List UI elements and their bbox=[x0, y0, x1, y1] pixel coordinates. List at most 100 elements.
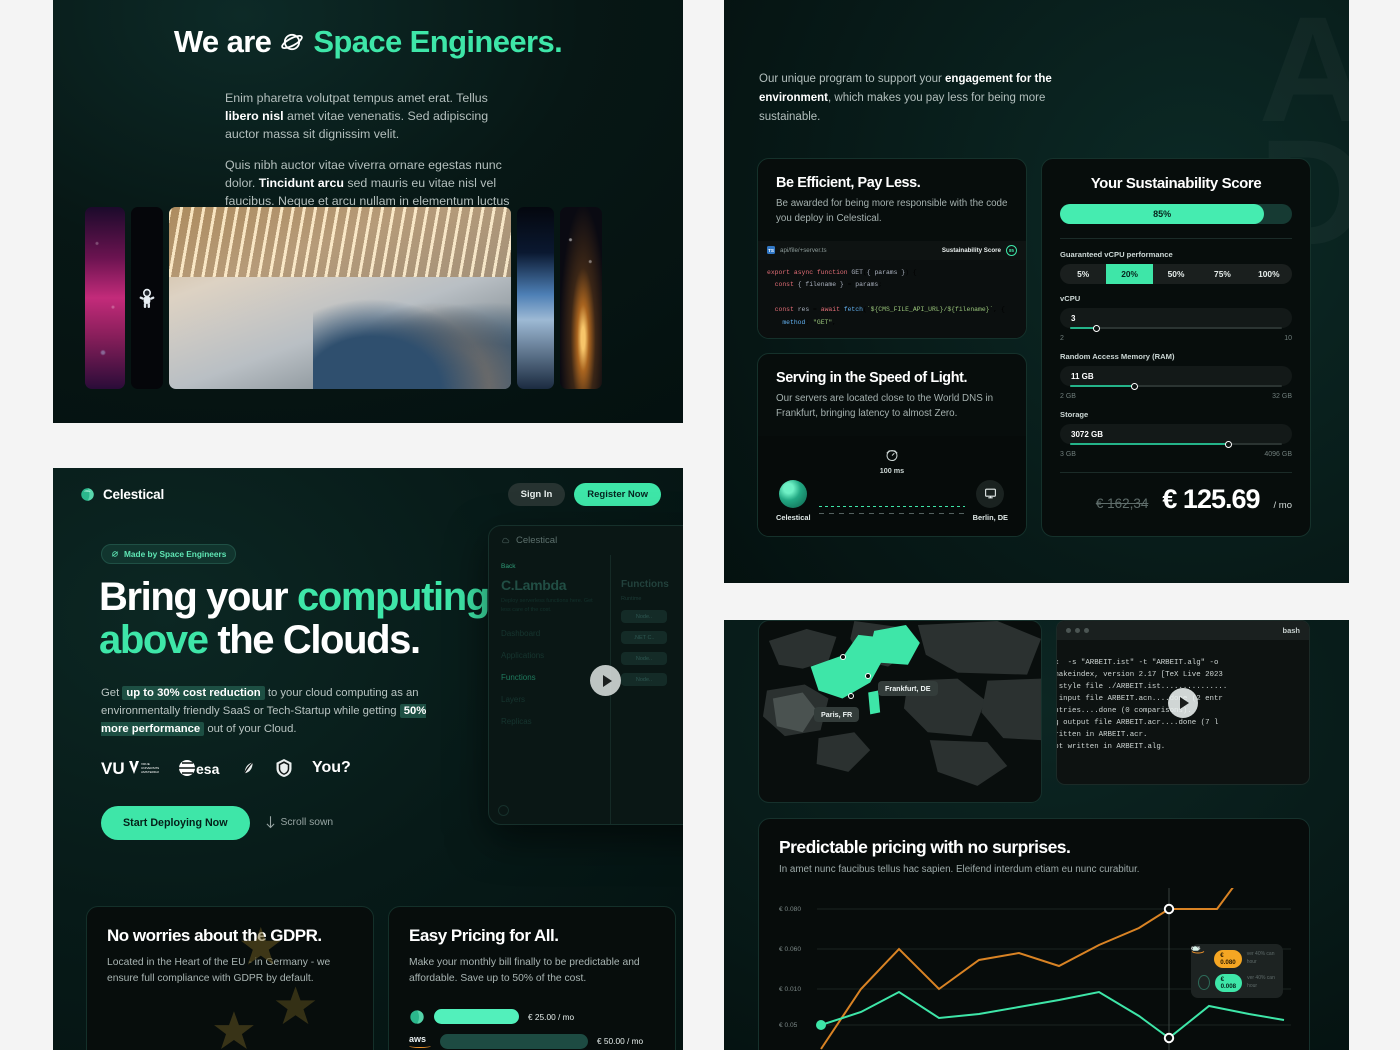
minimize-icon[interactable] bbox=[1075, 628, 1080, 633]
play-triangle-icon bbox=[602, 674, 612, 687]
sustainability-intro: Our unique program to support your engag… bbox=[759, 70, 1059, 127]
latency-source-label: Celestical bbox=[776, 512, 811, 522]
aws-price: € 50.00 / mo bbox=[597, 1036, 644, 1047]
hero-p2-bold: Tincidunt arcu bbox=[258, 175, 344, 190]
pricing-card-body: Make your monthly bill finally to be pre… bbox=[409, 957, 640, 984]
dashboard-main: Functions Runtime Node.. .NET C.. Node..… bbox=[611, 555, 683, 824]
map-location-dot[interactable] bbox=[840, 654, 846, 660]
dashboard-footer-avatar[interactable] bbox=[498, 805, 509, 816]
hero-p1-bold: libero nisl bbox=[225, 108, 284, 123]
dashboard-titlebar: Celestical bbox=[489, 526, 683, 555]
vcpu-option-20[interactable]: 20% bbox=[1106, 264, 1153, 284]
runtime-chip[interactable]: Node.. bbox=[621, 652, 667, 665]
ram-slider-knob[interactable] bbox=[1131, 382, 1139, 390]
tooltip-celestical-price: € 0.008 bbox=[1214, 973, 1243, 992]
price-period: / mo bbox=[1273, 500, 1292, 511]
earth-from-orbit-photo bbox=[517, 207, 554, 389]
ram-slider-fill bbox=[1070, 385, 1136, 387]
vcpu-option-50[interactable]: 50% bbox=[1153, 264, 1199, 284]
close-icon[interactable] bbox=[1066, 628, 1071, 633]
dashboard-desc: Deploy serverless functions here. Get le… bbox=[501, 598, 593, 614]
headline-l1a: Bring your bbox=[99, 575, 297, 619]
landing-video-play-button[interactable] bbox=[590, 665, 621, 696]
sidebar-item-dashboard[interactable]: Dashboard bbox=[501, 629, 598, 638]
latency-forward-line bbox=[818, 505, 965, 507]
runtime-chip[interactable]: Node.. bbox=[621, 610, 667, 623]
europe-map bbox=[762, 621, 1041, 786]
score-progress-bar: 85% bbox=[1060, 204, 1292, 224]
landing-headline: Bring your computing above the Clouds. bbox=[99, 576, 539, 662]
hero-headline-pre: We are bbox=[173, 24, 272, 59]
landing-page-panel: Celestical Sign In Register Now Made by … bbox=[53, 468, 683, 1050]
sidebar-item-functions[interactable]: Functions bbox=[501, 673, 598, 682]
ram-slider-rail bbox=[1070, 382, 1282, 390]
brand-logo[interactable]: Celestical bbox=[80, 487, 164, 502]
svg-text:esa: esa bbox=[196, 761, 220, 777]
intro-a: Our unique program to support your bbox=[759, 73, 946, 85]
map-location-dot[interactable] bbox=[865, 673, 871, 679]
sidebar-item-layers[interactable]: Layers bbox=[501, 695, 598, 704]
celestical-orb-icon bbox=[410, 1010, 424, 1024]
start-deploying-button[interactable]: Start Deploying Now bbox=[101, 805, 250, 840]
maximize-icon[interactable] bbox=[1084, 628, 1089, 633]
storage-slider-max: 4096 GB bbox=[1264, 451, 1292, 458]
vcpu-slider-knob[interactable] bbox=[1093, 324, 1101, 332]
vcpu-option-100[interactable]: 100% bbox=[1246, 264, 1292, 284]
map-pin-paris[interactable]: Paris, FR bbox=[814, 707, 860, 722]
latency-target: Berlin, DE bbox=[973, 479, 1008, 522]
hero-headline-accent: Space Engineers. bbox=[313, 24, 563, 59]
gdpr-card: No worries about the GDPR. Located in th… bbox=[86, 906, 374, 1050]
landing-navbar: Celestical Sign In Register Now bbox=[53, 468, 683, 506]
score-progress-fill: 85% bbox=[1060, 204, 1265, 224]
ram-slider-label: Random Access Memory (RAM) bbox=[1060, 352, 1175, 361]
sub-a: Get bbox=[101, 686, 123, 699]
terminal-line: cript written in ARBEIT.alg. bbox=[1057, 742, 1166, 751]
terminal-video-play-button[interactable] bbox=[1168, 687, 1198, 718]
dashboard-back-link[interactable]: Back bbox=[501, 563, 598, 570]
vcpu-option-5[interactable]: 5% bbox=[1060, 264, 1106, 284]
storage-slider-field: Storage 3072 GB 3 GB 4096 GB bbox=[1060, 410, 1292, 458]
cloud-icon bbox=[1192, 945, 1210, 991]
map-pin-frankfurt[interactable]: Frankfurt, DE bbox=[878, 681, 938, 696]
sub-c: out of your Cloud. bbox=[204, 722, 297, 735]
runtime-chip[interactable]: .NET C.. bbox=[621, 631, 667, 644]
hero-image-strip bbox=[85, 207, 651, 395]
divider bbox=[1060, 238, 1292, 239]
pricing-bars: € 25.00 / mo aws € 50.00 / mo bbox=[409, 1009, 655, 1049]
register-now-button[interactable]: Register Now bbox=[574, 483, 661, 506]
map-location-dot[interactable] bbox=[848, 693, 854, 699]
celestical-price: € 25.00 / mo bbox=[528, 1011, 575, 1022]
scroll-down-hint[interactable]: Scroll sown bbox=[266, 816, 333, 829]
terminal-titlebar: bash bbox=[1057, 621, 1309, 640]
sidebar-item-replicas[interactable]: Replicas bbox=[501, 717, 598, 726]
series-start-marker bbox=[816, 1019, 826, 1030]
vcpu-option-75[interactable]: 75% bbox=[1199, 264, 1245, 284]
brand-name: Celestical bbox=[103, 487, 165, 502]
dashboard-body: Back C.Lambda Deploy serverless function… bbox=[489, 555, 683, 824]
storage-slider-knob[interactable] bbox=[1224, 440, 1232, 448]
vcpu-slider-range: 2 10 bbox=[1060, 335, 1292, 342]
vcpu-slider-field: vCPU 3 2 10 bbox=[1060, 294, 1292, 342]
terminal-line: ing style file ./ARBEIT.ist.............… bbox=[1056, 682, 1228, 691]
sidebar-item-applications[interactable]: Applications bbox=[501, 651, 598, 660]
vcpu-slider-rail bbox=[1070, 324, 1282, 332]
ram-slider[interactable]: 11 GB bbox=[1060, 366, 1292, 390]
vcpu-slider[interactable]: 3 bbox=[1060, 308, 1292, 332]
vcpu-performance-segmented-control[interactable]: 5% 20% 50% 75% 100% bbox=[1060, 264, 1292, 284]
code-editor-header: TS api/file/+server.ts Sustainability Sc… bbox=[758, 240, 1026, 260]
series-celestical-line bbox=[820, 990, 1285, 1039]
headline-l2b: the Clouds. bbox=[207, 617, 421, 662]
pricing-card-title: Easy Pricing for All. bbox=[409, 926, 559, 945]
divider bbox=[1060, 472, 1292, 473]
be-efficient-card: Be Efficient, Pay Less. Be awarded for b… bbox=[757, 158, 1027, 340]
arrow-down-icon bbox=[266, 816, 274, 829]
storage-slider[interactable]: 3072 GB bbox=[1060, 424, 1292, 448]
infra-top-row: Paris, FR Frankfurt, DE bash ing ndex -s… bbox=[758, 620, 1310, 803]
dashboard-title: C.Lambda bbox=[501, 577, 567, 593]
speed-of-light-card: Serving in the Speed of Light. Our serve… bbox=[757, 353, 1027, 537]
hero-p1-a: Enim pharetra volutpat tempus amet erat.… bbox=[225, 91, 488, 105]
esa-logo: esa bbox=[179, 759, 220, 777]
europe-map-card: Paris, FR Frankfurt, DE bbox=[758, 620, 1042, 803]
runtime-chip[interactable]: Node.. bbox=[621, 673, 667, 686]
sign-in-button[interactable]: Sign In bbox=[507, 483, 566, 506]
